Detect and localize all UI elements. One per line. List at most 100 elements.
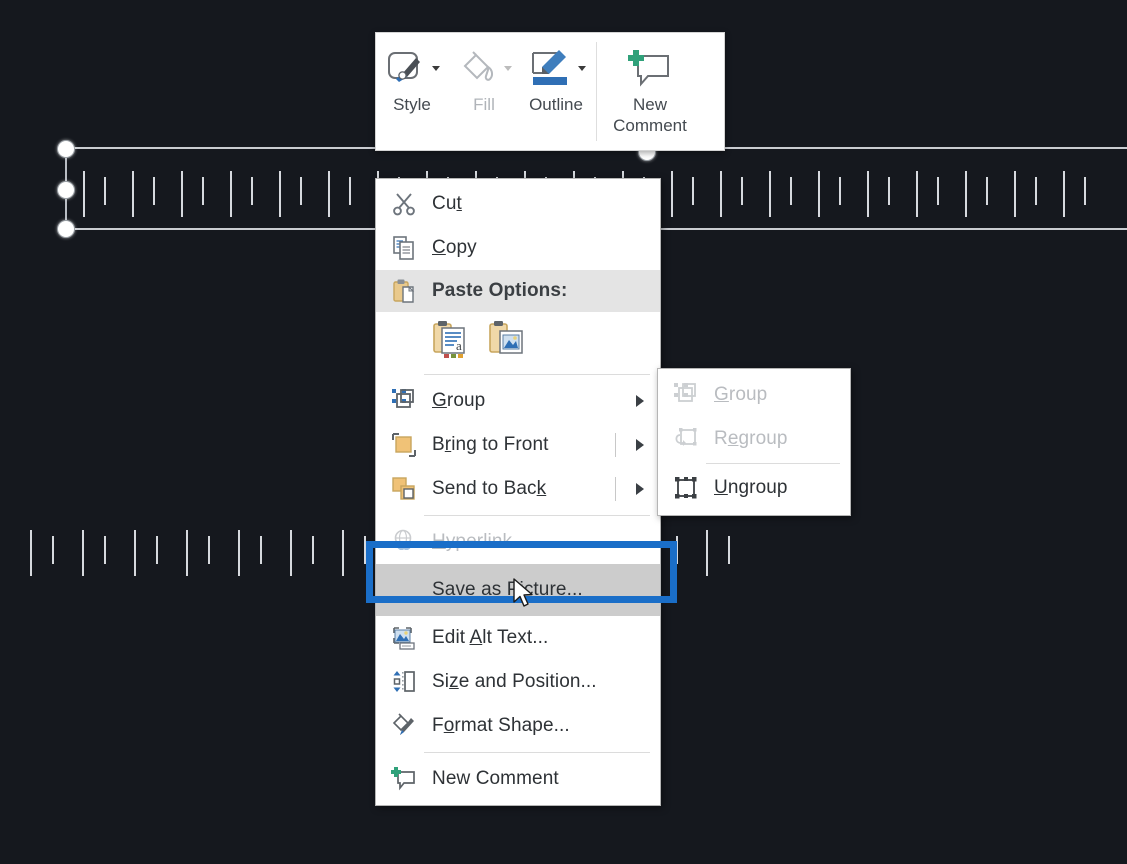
bring-to-front-submenu-arrow-icon[interactable] [636,439,644,451]
context-menu-item-paste-options: Paste Options: [376,270,660,312]
size-position-icon [386,669,422,695]
bring-to-front-icon [386,432,422,458]
ruler-tick [692,177,694,205]
scissors-icon [386,191,422,217]
ruler-tick [82,530,84,576]
ruler-tick [769,171,771,217]
ruler-tick [741,177,743,205]
context-menu-item-size-and-position-label: Size and Position... [432,671,597,692]
ruler-tick [328,171,330,217]
toolbar-divider [596,42,597,141]
submenu-item-group-label: Group [714,384,768,405]
submenu-item-group: Group [658,373,850,417]
menu-separator-1 [424,374,650,375]
format-shape-icon [386,713,422,739]
submenu-item-ungroup[interactable]: Ungroup [658,466,850,510]
context-menu-item-size-and-position[interactable]: Size and Position... [376,660,660,704]
context-menu-item-edit-alt-text[interactable]: Edit Alt Text... [376,616,660,660]
context-menu-item-format-shape-label: Format Shape... [432,715,570,736]
ruler-tick [937,177,939,205]
ruler-tick [349,177,351,205]
ruler-tick [208,536,210,564]
context-menu-item-save-as-picture[interactable]: Save as Picture... [376,564,660,616]
context-menu-item-send-to-back-label: Send to Back [432,478,547,499]
ungroup-icon [668,475,704,501]
ruler-tick [202,177,204,205]
submenu-item-regroup-label: Regroup [714,428,788,449]
fill-button[interactable]: Fill [448,33,520,150]
context-menu-item-bring-to-front[interactable]: Bring to Front [376,423,660,467]
context-menu-item-cut[interactable]: Cut [376,182,660,226]
context-menu-item-new-comment-label: New Comment [432,768,559,789]
ruler-tick [104,536,106,564]
ruler-tick [153,177,155,205]
new-comment-icon [386,766,422,792]
shape-outline-icon [531,50,567,85]
paste-keep-source-formatting-icon[interactable]: a [432,319,470,364]
style-button[interactable]: Style [376,33,448,150]
submenu-item-ungroup-label: Ungroup [714,477,788,498]
send-to-back-submenu-arrow-icon[interactable] [636,483,644,495]
menu-separator-3 [424,752,650,753]
ruler-tick [134,530,136,576]
ruler-tick [867,171,869,217]
style-button-label: Style [393,95,431,114]
ruler-tick [342,530,344,576]
paste-picture-icon[interactable] [488,319,526,364]
ruler-tick [290,530,292,576]
ruler-tick [104,177,106,205]
group-submenu[interactable]: Group Regroup Ungroup [657,368,851,516]
send-to-back-icon [386,476,422,502]
context-menu-item-group-label: Group [432,390,486,411]
ruler-tick [965,171,967,217]
ruler-tick [706,530,708,576]
ruler-tick [300,177,302,205]
floating-mini-toolbar[interactable]: Style Fill Outline New Comment [375,32,725,151]
ruler-tick [83,171,85,217]
selection-handle-top-left[interactable] [57,140,75,158]
ruler-tick [279,171,281,217]
clipboard-icon [386,278,422,304]
ruler-tick [790,177,792,205]
svg-text:a: a [456,338,462,353]
outline-caret-icon[interactable] [577,65,586,71]
ruler-tick [1035,177,1037,205]
ruler-tick [818,171,820,217]
alt-text-icon [386,625,422,651]
ruler-tick [986,177,988,205]
context-menu-item-group[interactable]: Group [376,379,660,423]
ruler-tick [728,536,730,564]
outline-button-label: Outline [529,95,583,114]
ruler-tick [839,177,841,205]
shape-context-menu[interactable]: Cut Copy Paste Options: a Group Bring to… [375,178,661,806]
ruler-tick [888,177,890,205]
selection-handle-bottom-left[interactable] [57,220,75,238]
group-submenu-arrow-icon[interactable] [636,395,644,407]
context-menu-item-copy[interactable]: Copy [376,226,660,270]
ruler-tick [260,536,262,564]
context-menu-item-paste-options-label: Paste Options: [432,280,568,301]
context-menu-item-save-as-picture-label: Save as Picture... [432,579,583,600]
ruler-tick [251,177,253,205]
ruler-tick [1084,177,1086,205]
hyperlink-icon [386,529,422,555]
outline-button[interactable]: Outline [520,33,592,150]
ruler-tick [52,536,54,564]
new-comment-icon-row [624,43,676,93]
context-menu-item-hyperlink-label: Hyperlink... [432,531,529,552]
new-comment-button[interactable]: New Comment [601,33,699,150]
ruler-tick [132,171,134,217]
copy-icon [386,235,422,261]
fill-caret-icon[interactable] [503,65,512,71]
context-menu-item-new-comment[interactable]: New Comment [376,757,660,801]
style-caret-icon[interactable] [431,65,440,71]
selection-handle-middle-left[interactable] [57,181,75,199]
ruler-tick [181,171,183,217]
regroup-icon [668,426,704,452]
context-menu-item-format-shape[interactable]: Format Shape... [376,704,660,748]
ruler-tick [1063,171,1065,217]
new-comment-button-label-line2: Comment [613,116,687,136]
paste-options-row[interactable]: a [376,312,660,370]
ruler-tick [312,536,314,564]
context-menu-item-send-to-back[interactable]: Send to Back [376,467,660,511]
